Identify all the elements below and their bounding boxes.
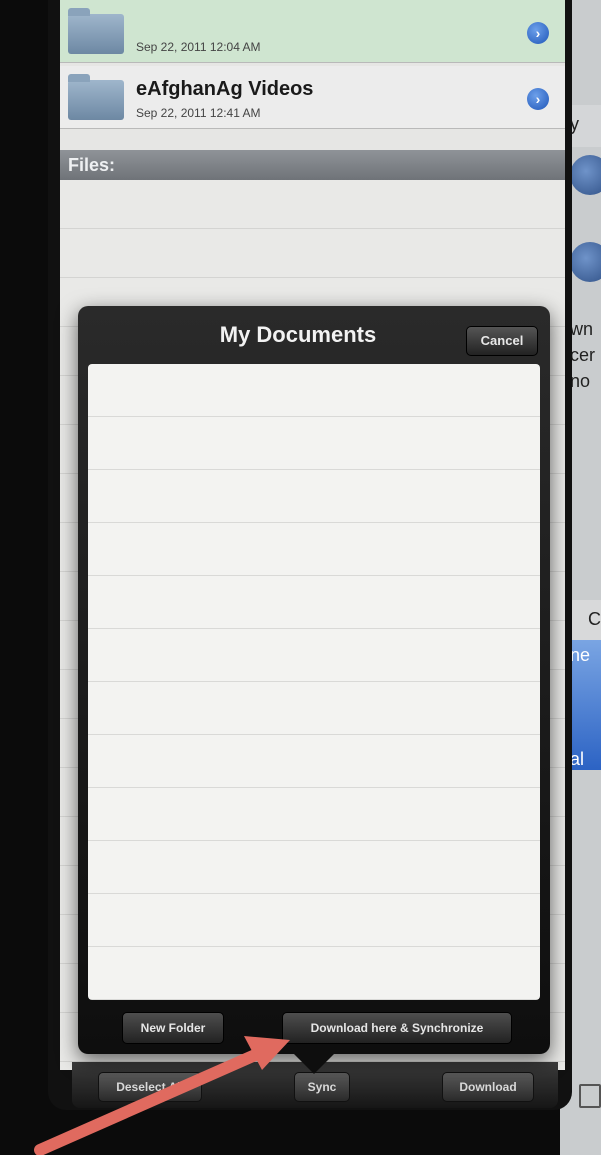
annotation-arrow-shaft <box>34 1046 268 1155</box>
screenshot-stage: y wn cer no C ne al Sep 22, 2011 12:04 A… <box>0 0 601 1155</box>
annotation-arrow <box>34 1036 290 1155</box>
